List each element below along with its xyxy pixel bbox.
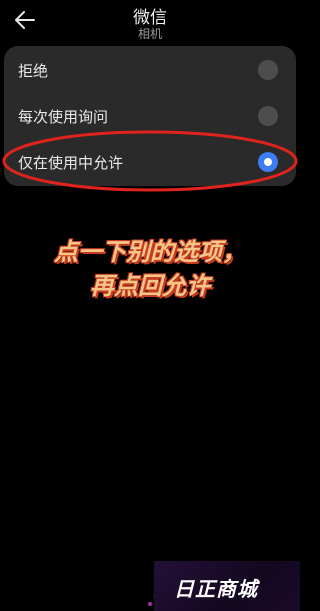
option-ask-every-time[interactable]: 每次使用询问 [4,94,296,138]
permission-subtitle: 相机 [137,27,162,41]
option-label: 拒绝 [18,62,49,80]
permission-options-card: 拒绝 每次使用询问 仅在使用中允许 [4,46,296,186]
option-allow-while-in-use[interactable]: 仅在使用中允许 [4,140,296,184]
watermark-text: 日正商城 [174,577,258,601]
option-label: 仅在使用中允许 [18,154,124,172]
option-deny[interactable]: 拒绝 [4,48,296,92]
app-header: 微信 相机 [0,0,300,44]
option-label: 每次使用询问 [18,108,109,126]
radio-button[interactable] [258,106,278,126]
watermark-badge: 日正商城 [154,561,300,611]
radio-button[interactable] [258,60,278,80]
caption-line-2: 再点回允许 [90,272,210,300]
radio-button-selected[interactable] [258,152,278,172]
caption-line-1: 点一下别的选项， [54,238,246,266]
